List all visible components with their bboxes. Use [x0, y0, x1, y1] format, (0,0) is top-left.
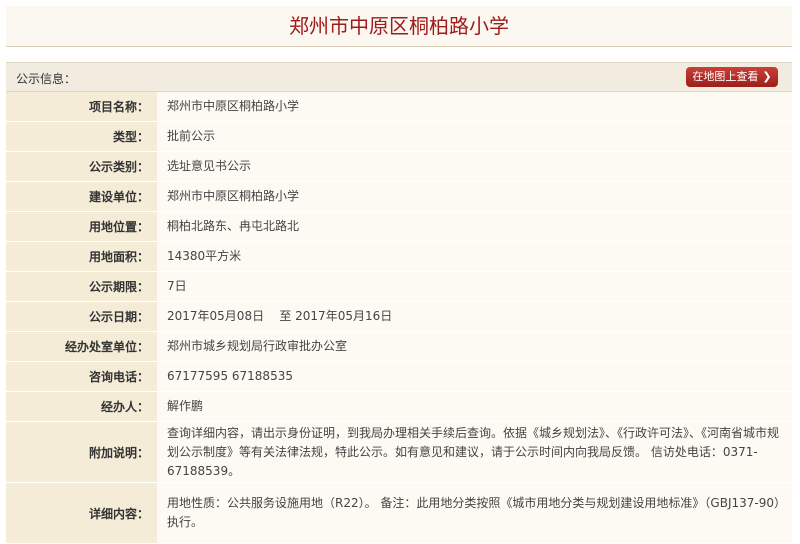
- info-row-type: 类型： 批前公示: [6, 121, 792, 152]
- field-label: 用地位置：: [6, 211, 157, 242]
- info-row-builder: 建设单位： 郑州市中原区桐柏路小学: [6, 181, 792, 212]
- field-label: 详细内容：: [6, 482, 157, 544]
- field-label: 咨询电话：: [6, 361, 157, 392]
- field-label: 项目名称：: [6, 92, 157, 122]
- section-label: 公示信息：: [16, 72, 77, 86]
- info-row-details: 详细内容： 用地性质：公共服务设施用地（R22）。 备注：此用地分类按照《城市用…: [6, 482, 792, 544]
- info-table: 项目名称： 郑州市中原区桐柏路小学 类型： 批前公示 公示类别： 选址意见书公示…: [6, 92, 792, 544]
- view-on-map-button[interactable]: 在地图上查看 ❯: [686, 67, 778, 87]
- info-row-location: 用地位置： 桐柏北路东、冉屯北路北: [6, 211, 792, 242]
- field-label: 类型：: [6, 121, 157, 152]
- field-label: 经办人：: [6, 391, 157, 422]
- field-value: 14380平方米: [157, 241, 792, 272]
- info-row-period: 公示期限： 7日: [6, 271, 792, 302]
- field-value: 用地性质：公共服务设施用地（R22）。 备注：此用地分类按照《城市用地分类与规划…: [157, 482, 792, 544]
- info-row-project-name: 项目名称： 郑州市中原区桐柏路小学: [6, 92, 792, 122]
- field-label: 经办处室单位：: [6, 331, 157, 362]
- field-label: 用地面积：: [6, 241, 157, 272]
- field-value: 郑州市城乡规划局行政审批办公室: [157, 331, 792, 362]
- field-value: 解作鹏: [157, 391, 792, 422]
- info-row-office: 经办处室单位： 郑州市城乡规划局行政审批办公室: [6, 331, 792, 362]
- field-label: 建设单位：: [6, 181, 157, 212]
- info-row-category: 公示类别： 选址意见书公示: [6, 151, 792, 182]
- chevron-right-icon: ❯: [762, 70, 772, 83]
- section-header: 公示信息： 在地图上查看 ❯: [6, 62, 792, 92]
- view-on-map-label: 在地图上查看: [692, 70, 759, 83]
- field-label: 公示期限：: [6, 271, 157, 302]
- field-label: 公示日期：: [6, 301, 157, 332]
- info-row-notes: 附加说明： 查询详细内容，请出示身份证明，到我局办理相关手续后查询。依据《城乡规…: [6, 421, 792, 483]
- field-value: 查询详细内容，请出示身份证明，到我局办理相关手续后查询。依据《城乡规划法》、《行…: [157, 421, 792, 483]
- field-label: 公示类别：: [6, 151, 157, 182]
- field-value: 67177595 67188535: [157, 361, 792, 392]
- field-value: 郑州市中原区桐柏路小学: [157, 92, 792, 122]
- page-header: 郑州市中原区桐柏路小学: [6, 6, 792, 47]
- info-row-phone: 咨询电话： 67177595 67188535: [6, 361, 792, 392]
- info-row-area: 用地面积： 14380平方米: [6, 241, 792, 272]
- field-value: 郑州市中原区桐柏路小学: [157, 181, 792, 212]
- field-value: 批前公示: [157, 121, 792, 152]
- info-row-handler: 经办人： 解作鹏: [6, 391, 792, 422]
- page-title: 郑州市中原区桐柏路小学: [289, 14, 509, 38]
- field-value: 选址意见书公示: [157, 151, 792, 182]
- field-label: 附加说明：: [6, 421, 157, 483]
- field-value: 2017年05月08日 至 2017年05月16日: [157, 301, 792, 332]
- info-row-dates: 公示日期： 2017年05月08日 至 2017年05月16日: [6, 301, 792, 332]
- field-value: 桐柏北路东、冉屯北路北: [157, 211, 792, 242]
- field-value: 7日: [157, 271, 792, 302]
